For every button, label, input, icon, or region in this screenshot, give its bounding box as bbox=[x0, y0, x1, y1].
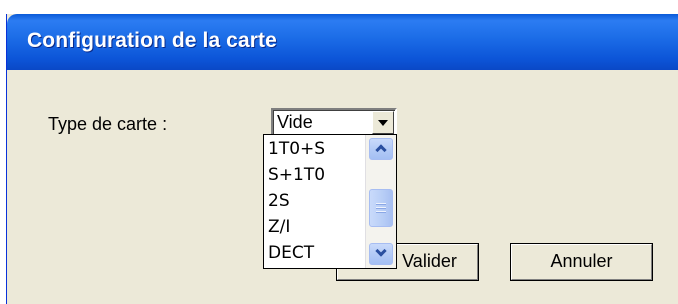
annuler-button[interactable]: Annuler bbox=[510, 243, 653, 281]
window-title: Configuration de la carte bbox=[27, 29, 277, 52]
list-item[interactable]: DECT bbox=[268, 241, 314, 265]
grip-line bbox=[376, 207, 386, 209]
combo-selected-value: Vide bbox=[277, 112, 313, 132]
chevron-down-icon bbox=[378, 120, 388, 126]
scroll-down-button[interactable] bbox=[369, 243, 393, 265]
list-item[interactable]: S+1T0 bbox=[268, 163, 325, 187]
title-bar[interactable]: Configuration de la carte bbox=[7, 14, 678, 70]
scroll-thumb[interactable] bbox=[369, 189, 393, 227]
chevron-down-icon bbox=[375, 245, 387, 257]
list-item[interactable]: 2S bbox=[268, 189, 290, 213]
list-scrollbar[interactable] bbox=[365, 135, 396, 268]
chevron-up-icon bbox=[375, 144, 387, 156]
grip-line bbox=[376, 211, 386, 213]
card-type-dropdown-list[interactable]: 1T0+S S+1T0 2S Z/I DECT bbox=[263, 134, 397, 269]
annuler-button-label: Annuler bbox=[550, 251, 613, 271]
grip-line bbox=[376, 203, 386, 205]
scroll-up-button[interactable] bbox=[369, 138, 393, 160]
list-item[interactable]: 1T0+S bbox=[268, 137, 325, 161]
card-type-label: Type de carte : bbox=[48, 114, 168, 134]
combo-dropdown-button[interactable] bbox=[372, 111, 394, 134]
screen: Configuration de la carte Type de carte … bbox=[0, 0, 678, 304]
list-item[interactable]: Z/I bbox=[268, 215, 290, 239]
